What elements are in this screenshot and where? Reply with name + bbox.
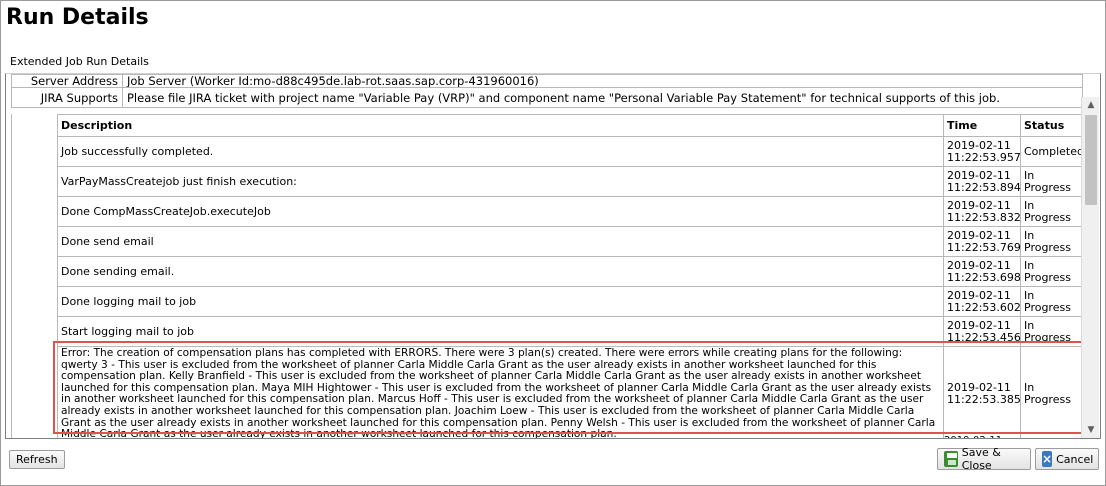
scroll-up-arrow-icon[interactable]: ▲	[1082, 97, 1100, 113]
refresh-button-label: Refresh	[16, 453, 58, 466]
row-status: In Progress	[1020, 286, 1085, 317]
row-description: Job successfully completed.	[57, 136, 944, 167]
jira-supports-row: JIRA Supports Please file JIRA ticket wi…	[11, 87, 1083, 108]
page-subtitle: Extended Job Run Details	[10, 55, 149, 68]
table-row: Done logging mail to job 2019-02-11 11:22…	[57, 286, 1085, 317]
row-description: VarPayMassCreatejob just finish executio…	[57, 166, 944, 197]
row-description: Done sending email.	[57, 256, 944, 287]
row-status: In Progress	[1020, 256, 1085, 287]
table-header-row: Description Time Status	[57, 114, 1085, 137]
table-row: Job successfully completed. 2019-02-11 11…	[57, 136, 1085, 167]
page-title: Run Details	[6, 5, 149, 30]
row-clock: 11:22:53.602	[947, 300, 1021, 314]
server-address-row: Server Address Job Server (Worker Id:mo-…	[11, 74, 1083, 88]
row-time: 2019-02-11 11:22:53.832	[943, 196, 1021, 227]
row-clock: 11:22:53.769	[947, 240, 1021, 254]
column-header-description[interactable]: Description	[57, 114, 944, 137]
column-header-status[interactable]: Status	[1020, 114, 1085, 137]
row-status: In Progress	[1020, 166, 1085, 197]
server-address-value: Job Server (Worker Id:mo-d88c495de.lab-r…	[122, 74, 1083, 88]
row-clock: 11:22:53.957	[947, 150, 1021, 164]
partial-next-row-date: 2019-02-11	[944, 435, 1002, 438]
close-icon: ×	[1042, 451, 1053, 467]
row-time: 2019-02-11 11:22:53.957	[943, 136, 1021, 167]
table-row: VarPayMassCreatejob just finish executio…	[57, 166, 1085, 197]
cancel-button[interactable]: × Cancel	[1035, 448, 1099, 470]
info-section: Server Address Job Server (Worker Id:mo-…	[11, 74, 1083, 108]
row-time: 2019-02-11 11:22:53.894	[943, 166, 1021, 197]
table-row: Done sending email. 2019-02-11 11:22:53.6…	[57, 256, 1085, 287]
jira-supports-value: Please file JIRA ticket with project nam…	[122, 87, 1083, 108]
run-details-dialog: Run Details Extended Job Run Details Ser…	[0, 0, 1106, 486]
table-row: Done send email 2019-02-11 11:22:53.769 I…	[57, 226, 1085, 257]
row-status: In Progress	[1020, 226, 1085, 257]
row-time: 2019-02-11 11:22:53.698	[943, 256, 1021, 287]
server-address-label: Server Address	[11, 74, 123, 88]
info-table: Server Address Job Server (Worker Id:mo-…	[11, 74, 1083, 108]
row-status: Completed	[1020, 136, 1085, 167]
cancel-label: Cancel	[1056, 452, 1094, 466]
save-and-close-button[interactable]: Save & Close	[937, 446, 1031, 472]
row-description: Done CompMassCreateJob.executeJob	[57, 196, 944, 227]
row-clock: 11:22:53.894	[947, 180, 1021, 194]
row-clock: 11:22:53.385	[947, 393, 1021, 407]
table-row: Done CompMassCreateJob.executeJob 2019-0…	[57, 196, 1085, 227]
row-status: In Progress	[1020, 316, 1085, 347]
table-row: Start logging mail to job 2019-02-11 11:2…	[57, 316, 1085, 347]
error-description: Error: The creation of compensation plan…	[57, 346, 944, 438]
details-scroll-pane[interactable]: Server Address Job Server (Worker Id:mo-…	[5, 73, 1101, 439]
row-status: In Progress	[1020, 346, 1085, 438]
jira-supports-label: JIRA Supports	[11, 87, 123, 108]
row-time: 2019-02-11 11:22:53.769	[943, 226, 1021, 257]
save-icon	[944, 451, 958, 467]
job-detail-section: Description Time Status Job successfully…	[11, 114, 1085, 438]
row-clock: 11:22:53.698	[947, 270, 1021, 284]
row-status: In Progress	[1020, 196, 1085, 227]
job-detail-table: Description Time Status Job successfully…	[57, 114, 1085, 438]
row-clock: 11:22:53.456	[947, 330, 1021, 344]
column-header-time[interactable]: Time	[943, 114, 1021, 137]
row-time: 2019-02-11 11:22:53.385	[943, 346, 1021, 438]
scroll-down-arrow-icon[interactable]: ▼	[1082, 422, 1100, 438]
row-time: 2019-02-11 11:22:53.602	[943, 286, 1021, 317]
row-description: Done send email	[57, 226, 944, 257]
scrollbar-thumb[interactable]	[1085, 115, 1097, 205]
refresh-button[interactable]: Refresh	[9, 450, 65, 469]
vertical-scrollbar[interactable]: ▲ ▼	[1081, 97, 1099, 438]
row-clock: 11:22:53.832	[947, 210, 1021, 224]
row-description: Done logging mail to job	[57, 286, 944, 317]
row-description: Start logging mail to job	[57, 316, 944, 347]
row-time: 2019-02-11 11:22:53.456	[943, 316, 1021, 347]
error-row: Error: The creation of compensation plan…	[57, 346, 1085, 438]
save-and-close-label: Save & Close	[961, 446, 1001, 472]
